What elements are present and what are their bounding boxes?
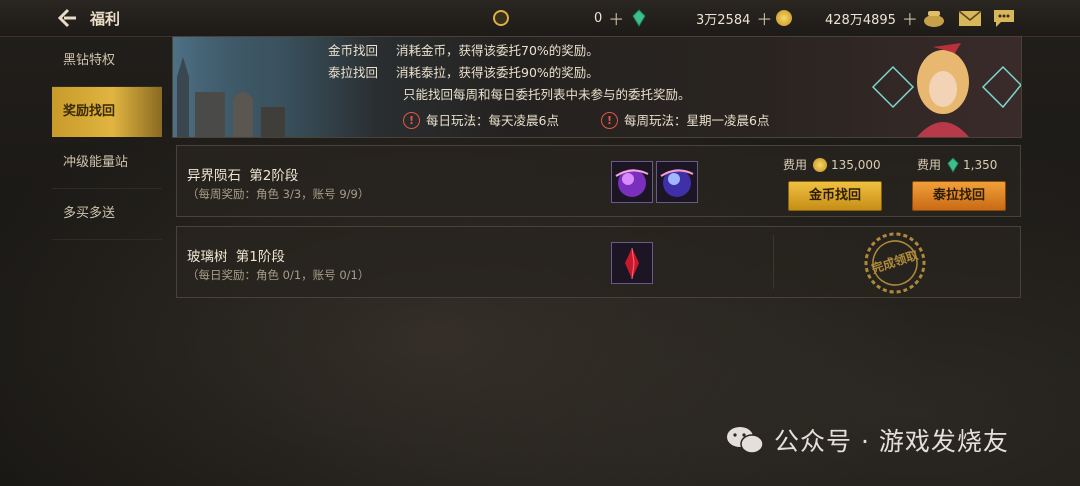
completed-stamp: 完成领取 — [855, 223, 936, 304]
reward-item-slot[interactable] — [611, 242, 653, 284]
add-coupon-button[interactable]: ＋ — [608, 6, 624, 30]
chat-button[interactable] — [992, 8, 1016, 28]
sidebar-item-buy-more[interactable]: 多买多送 — [52, 189, 162, 240]
entry-stage: 第1阶段 — [235, 249, 285, 265]
add-gold-button[interactable]: ＋ — [902, 6, 918, 30]
list-item: 玻璃树 第1阶段 （每日奖励：角色 0/1，账号 0/1） 完成领取 — [176, 226, 1021, 298]
warning-icon: ! — [601, 112, 618, 129]
tera-gem-icon — [947, 157, 959, 173]
tera-recovery-desc: 消耗泰拉，获得该委托90%的奖励。 — [396, 65, 599, 80]
gold-recovery-desc: 消耗金币，获得该委托70%的奖励。 — [396, 43, 599, 58]
tera-cost-value: 1,350 — [963, 157, 998, 172]
coupon-currency — [493, 6, 509, 30]
weekly-reset-info: ! 每周玩法：星期一凌晨6点 — [601, 111, 769, 130]
gold-value: 428万4895 — [825, 12, 896, 28]
gold-amount: 428万4895 ＋ — [825, 6, 918, 30]
banner-line-gold: 金币找回 消耗金币，获得该委托70%的奖励。 — [328, 41, 599, 60]
coupon-value: 0 — [594, 10, 603, 26]
tera-gem-icon — [632, 9, 646, 27]
entry-subtitle: （每日奖励：角色 0/1，账号 0/1） — [187, 268, 370, 282]
coupon-amount: 0 ＋ — [594, 6, 624, 30]
sidebar-item-black-diamond[interactable]: 黑钻特权 — [52, 36, 162, 87]
tera-amount: 3万2584 ＋ — [696, 6, 772, 30]
tera-recovery-button[interactable]: 泰拉找回 — [912, 181, 1006, 211]
banner-line-tera: 泰拉找回 消耗泰拉，获得该委托90%的奖励。 — [328, 63, 599, 82]
entry-title: 异界陨石 第2阶段 — [187, 164, 298, 184]
reward-item-slot[interactable] — [656, 161, 698, 203]
gold-recovery-button[interactable]: 金币找回 — [788, 181, 882, 211]
entry-name: 异界陨石 — [187, 168, 241, 184]
tera-recovery-label: 泰拉找回 — [328, 65, 379, 80]
list-item: 异界陨石 第2阶段 （每周奖励：角色 3/3，账号 9/9） 费用 135,00… — [176, 145, 1021, 217]
wechat-icon — [727, 427, 764, 454]
mail-button[interactable] — [958, 8, 982, 28]
coupon-icon — [493, 10, 509, 26]
gold-currency — [776, 6, 792, 30]
meteor-orb-icon — [615, 169, 649, 197]
watermark: 公众号 · 游戏发烧友 — [726, 422, 1009, 458]
reward-item-slot[interactable] — [611, 161, 653, 203]
chat-icon — [994, 10, 1014, 27]
banner-note: 只能找回每周和每日委托列表中未参与的委托奖励。 — [403, 87, 691, 102]
watermark-text: 公众号 · 游戏发烧友 — [774, 427, 1009, 456]
daily-reset-info: ! 每日玩法：每天凌晨6点 — [403, 111, 559, 130]
tera-currency — [632, 6, 646, 30]
gold-cost: 费用 135,000 — [783, 156, 881, 173]
tera-value: 3万2584 — [696, 12, 751, 28]
pot-icon — [924, 11, 944, 27]
gold-recovery-label: 金币找回 — [328, 43, 379, 58]
gold-cost-value: 135,000 — [831, 157, 881, 172]
meteor-orb-icon — [660, 169, 694, 197]
sidebar-item-reward-recovery[interactable]: 奖励找回 — [52, 87, 162, 137]
divider — [773, 235, 774, 289]
gold-coin-icon — [813, 157, 828, 172]
back-button[interactable] — [56, 7, 84, 29]
entry-stage: 第2阶段 — [249, 168, 299, 184]
cost-label: 费用 — [917, 158, 942, 172]
weekly-reset-text: 每周玩法：星期一凌晨6点 — [624, 113, 770, 128]
page-title: 福利 — [90, 10, 121, 28]
treasure-pot-button[interactable] — [922, 8, 946, 28]
character-portrait — [871, 43, 1021, 137]
entry-name: 玻璃树 — [187, 249, 228, 265]
info-banner: 金币找回 消耗金币，获得该委托70%的奖励。 泰拉找回 消耗泰拉，获得该委托90… — [172, 36, 1022, 138]
warning-icon: ! — [403, 112, 420, 129]
cost-label: 费用 — [783, 158, 808, 172]
back-arrow-icon — [57, 8, 76, 28]
mail-icon — [958, 10, 982, 26]
top-bar — [0, 0, 1080, 37]
daily-reset-text: 每日玩法：每天凌晨6点 — [426, 113, 559, 128]
gold-coin-icon — [776, 10, 792, 26]
tera-cost: 费用 1,350 — [917, 156, 997, 173]
add-tera-button[interactable]: ＋ — [756, 6, 772, 30]
entry-title: 玻璃树 第1阶段 — [187, 245, 285, 265]
sidebar-item-level-energy[interactable]: 冲级能量站 — [52, 138, 162, 189]
red-crystal-icon — [625, 247, 639, 280]
entry-subtitle: （每周奖励：角色 3/3，账号 9/9） — [187, 187, 370, 201]
